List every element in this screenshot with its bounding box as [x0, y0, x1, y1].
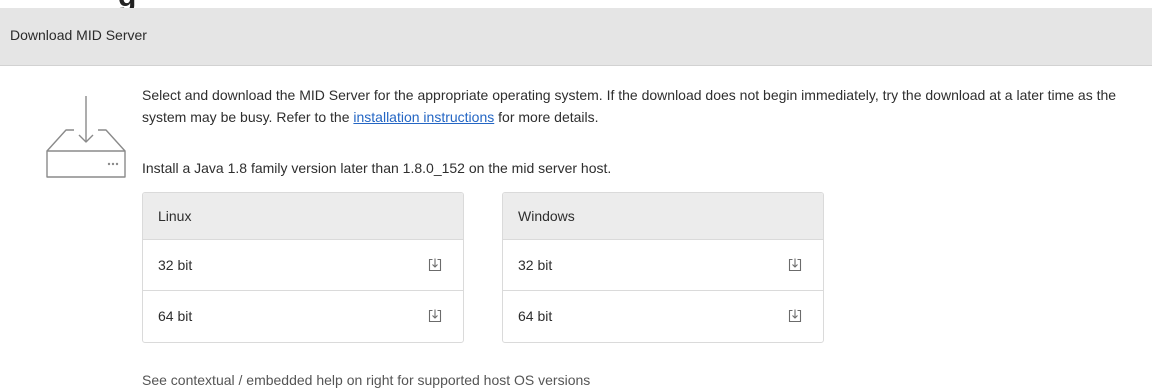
- download-icon[interactable]: [788, 258, 802, 272]
- windows-64bit-label: 64 bit: [518, 308, 553, 324]
- linux-download-table: Linux 32 bit 64 bit: [142, 192, 464, 343]
- download-icon[interactable]: [788, 309, 802, 323]
- linux-32bit-label: 32 bit: [158, 257, 193, 273]
- windows-32bit-download-row[interactable]: 32 bit: [503, 240, 823, 290]
- intro-text-after: for more details.: [494, 109, 599, 125]
- section-title: Download MID Server: [10, 27, 147, 43]
- windows-32bit-label: 32 bit: [518, 257, 553, 273]
- windows-table-header: Windows: [503, 193, 823, 240]
- server-download-icon: [46, 96, 126, 178]
- linux-32bit-download-row[interactable]: 32 bit: [143, 240, 463, 290]
- supported-os-footnote: See contextual / embedded help on right …: [142, 372, 591, 388]
- linux-64bit-label: 64 bit: [158, 308, 193, 324]
- java-requirement-note: Install a Java 1.8 family version later …: [142, 160, 612, 176]
- windows-64bit-download-row[interactable]: 64 bit: [503, 290, 823, 341]
- linux-table-header: Linux: [143, 193, 463, 240]
- windows-download-table: Windows 32 bit 64 bit: [502, 192, 824, 343]
- intro-text-before: Select and download the MID Server for t…: [142, 87, 1117, 125]
- download-icon[interactable]: [428, 258, 442, 272]
- download-icon[interactable]: [428, 309, 442, 323]
- installation-instructions-link[interactable]: installation instructions: [353, 109, 494, 125]
- section-header: Download MID Server: [0, 8, 1152, 66]
- cutoff-heading-text: g: [118, 0, 136, 8]
- cutoff-heading: g: [0, 0, 1152, 8]
- intro-paragraph: Select and download the MID Server for t…: [142, 84, 1147, 128]
- linux-64bit-download-row[interactable]: 64 bit: [143, 290, 463, 341]
- windows-table-title: Windows: [518, 208, 575, 224]
- linux-table-title: Linux: [158, 208, 192, 224]
